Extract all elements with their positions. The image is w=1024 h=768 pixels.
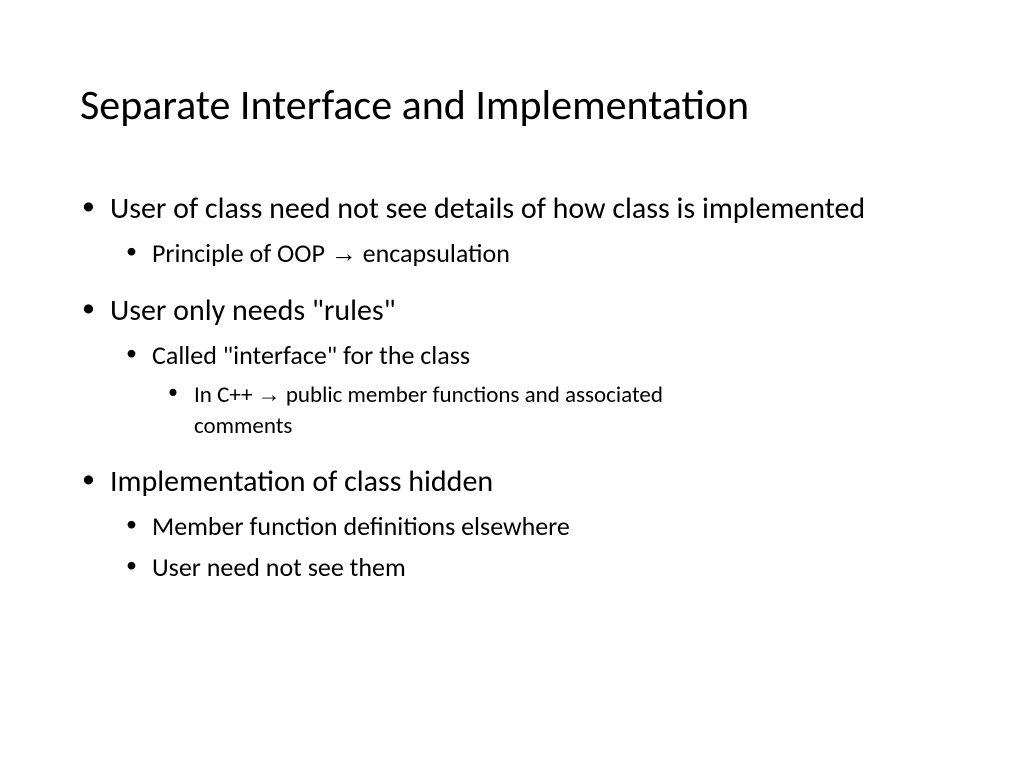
bullet-text: User of class need not see details of ho… [110,190,865,227]
sub-sub-bullet-list: In C++ → public member functions and ass… [152,379,944,442]
sub-bullet-text: Called "interface" for the class [152,339,470,371]
sub-sub-bullet-text: In C++ [194,381,258,409]
bullet-list: User of class need not see details of ho… [80,189,944,585]
sub-sub-bullet-item: In C++ → public member functions and ass… [194,379,754,442]
bullet-text: User only needs "rules" [110,292,396,329]
sub-bullet-item: User need not see them [152,550,944,585]
slide-title: Separate Interface and Implementation [80,80,944,131]
sub-bullet-item: Member function definitions elsewhere [152,509,944,544]
sub-bullet-list: Principle of OOP → encapsulation [110,236,944,271]
bullet-item: Implementation of class hidden Member fu… [110,462,944,585]
sub-bullet-text: User need not see them [152,551,406,583]
sub-bullet-text: Principle of OOP [152,237,331,269]
bullet-text: Implementation of class hidden [110,463,493,500]
bullet-item: User of class need not see details of ho… [110,189,944,271]
sub-bullet-text: Member function definitions elsewhere [152,510,570,542]
sub-bullet-item: Called "interface" for the class In C++ … [152,338,944,442]
sub-bullet-text: encapsulation [357,237,510,269]
sub-bullet-item: Principle of OOP → encapsulation [152,236,944,271]
sub-bullet-list: Called "interface" for the class In C++ … [110,338,944,442]
bullet-item: User only needs "rules" Called "interfac… [110,291,944,442]
arrow-icon: → [258,381,281,407]
arrow-icon: → [331,238,357,268]
sub-bullet-list: Member function definitions elsewhere Us… [110,509,944,585]
